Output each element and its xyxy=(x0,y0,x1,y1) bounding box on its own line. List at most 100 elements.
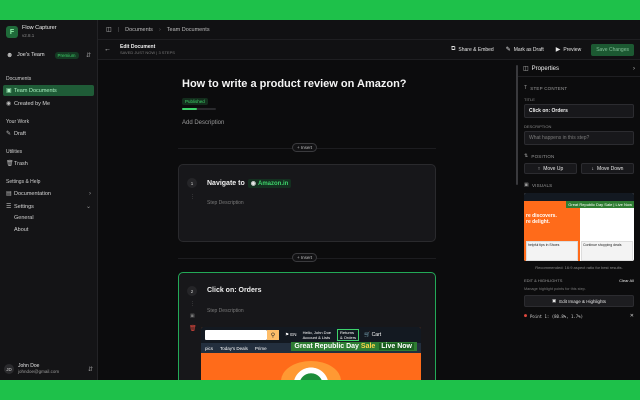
amazon-search-box xyxy=(205,330,267,340)
position-section: ⇅ POSITION xyxy=(518,153,640,159)
map-pin-icon: ● xyxy=(524,313,528,319)
sidebar-item-settings[interactable]: ☰ Settings ⌄ xyxy=(3,201,94,212)
clear-all-button[interactable]: Clear All xyxy=(619,278,634,283)
breadcrumb-current: Team Documents xyxy=(166,26,210,33)
editor-toolbar: ← Edit Document SAVED JUST NOW | 3 STEPS… xyxy=(98,40,640,60)
arrow-down-icon: ↓ xyxy=(591,165,595,172)
brand: F Flow Capturer v2.8.1 xyxy=(0,20,97,44)
brand-version: v2.8.1 xyxy=(22,33,35,38)
insert-button[interactable]: + Insert xyxy=(292,143,318,152)
sidebar-item-created-by-me[interactable]: ◉ Created by Me xyxy=(3,98,94,109)
breadcrumb: ◫ | Documents › Team Documents xyxy=(98,20,640,40)
step-description-field[interactable]: What happens in this step? xyxy=(524,131,634,145)
banner-text-c: Live Now xyxy=(379,343,414,350)
sliders-icon: ☰ xyxy=(6,204,12,210)
sidebar-item-label: Documentation xyxy=(14,190,51,197)
sidebar-item-label: Draft xyxy=(14,130,26,137)
drag-handle-icon[interactable]: ⋮ xyxy=(190,301,195,307)
divider: | xyxy=(117,26,120,33)
user-menu[interactable]: JD John Doe johndoe@gmail.com ⇵ xyxy=(4,362,93,376)
step-screenshot[interactable]: ⚲ ⚑ EN Hello, John Doe Account & Lists R… xyxy=(201,327,421,380)
drag-handle-icon[interactable]: ⋮ xyxy=(190,194,195,200)
user-circle-icon: ◉ xyxy=(6,101,12,107)
image-edit-icon: ▣ xyxy=(551,298,557,303)
image-icon: ▣ xyxy=(524,182,529,188)
team-switcher[interactable]: ☻ Joe's Team Premium ⇵ xyxy=(6,48,91,62)
step-card-1[interactable]: 1 ⋮ Navigate to ◉ Amazon.in Step Descrip… xyxy=(178,164,436,242)
visual-thumbnail[interactable]: re discovers. re delight. Great Republic… xyxy=(524,193,634,261)
properties-panel: ◫ Properties › T STEP CONTENT TITLE Clic… xyxy=(518,61,640,380)
edit-image-label: Edit Image & Highlights xyxy=(559,298,607,304)
sidebar-item-team-documents[interactable]: ▣ Team Documents xyxy=(3,85,94,96)
delete-step-icon[interactable]: 🗑 xyxy=(189,325,197,332)
amazon-account-line2: Account & Lists xyxy=(302,335,331,340)
step-title-field[interactable]: Click on: Orders xyxy=(524,104,634,118)
amazon-nav-item: Prime xyxy=(254,345,267,351)
properties-title: Properties xyxy=(531,65,560,72)
amazon-cart: 🛒 Cart xyxy=(364,332,382,338)
step-description[interactable]: Step Description xyxy=(207,308,244,314)
sidebar-item-trash[interactable]: 🗑 Trash xyxy=(3,158,94,169)
share-embed-button[interactable]: ⧉ Share & Embed xyxy=(451,46,494,53)
team-name: Joe's Team xyxy=(17,52,45,58)
visual-hint: Recommended: 16:9 aspect ratio for best … xyxy=(535,265,623,270)
breadcrumb-documents[interactable]: Documents xyxy=(125,27,153,33)
move-up-button[interactable]: ↑ Move Up xyxy=(524,163,577,174)
thumbnail-banner: Great Republic Day Sale | Live Now xyxy=(566,201,634,208)
thumbnail-text: re discovers. re delight. xyxy=(526,213,557,225)
brand-logo: F xyxy=(6,26,18,38)
sidebar-item-label: Team Documents xyxy=(14,87,57,94)
sidebar-item-label: Settings xyxy=(14,203,34,210)
point-label: Point 1: (80.8%, 1.7%) xyxy=(530,313,583,319)
text-icon: T xyxy=(524,85,528,91)
edit-image-highlights-button[interactable]: ▣ Edit Image & Highlights xyxy=(524,295,634,307)
draft-icon: ✎ xyxy=(505,47,511,53)
mark-as-draft-label: Mark as Draft xyxy=(513,46,544,53)
mark-as-draft-button[interactable]: ✎ Mark as Draft xyxy=(505,46,544,54)
insert-button[interactable]: + Insert xyxy=(292,253,318,262)
preview-label: Preview xyxy=(563,46,582,53)
edit-highlights-section: EDIT & HIGHLIGHTS Clear All xyxy=(518,278,640,283)
user-email: johndoe@gmail.com xyxy=(18,369,60,374)
save-changes-button[interactable]: Save Changes xyxy=(591,43,634,56)
sidebar-toggle-icon[interactable]: ◫ xyxy=(106,26,112,33)
step-card-2[interactable]: 2 ⋮ ▣ 🗑 Click on: Orders Step Descriptio… xyxy=(178,272,436,380)
step-content-label: STEP CONTENT xyxy=(530,85,568,91)
sidebar-subitem-about[interactable]: About xyxy=(0,224,97,236)
amazon-favicon-icon: ◉ xyxy=(250,181,256,187)
highlight-point-row[interactable]: ● Point 1: (80.8%, 1.7%) ✕ xyxy=(518,313,640,319)
play-icon: ▶ xyxy=(555,47,561,53)
step-title[interactable]: Navigate to ◉ Amazon.in xyxy=(207,179,292,188)
move-down-button[interactable]: ↓ Move Down xyxy=(581,163,634,174)
sidebar-subitem-general[interactable]: General xyxy=(0,212,97,224)
amazon-language-label: EN xyxy=(290,332,297,337)
image-icon[interactable]: ▣ xyxy=(190,313,195,319)
sidebar-item-draft[interactable]: ✎ Draft xyxy=(3,128,94,139)
chevron-down-icon: ⌄ xyxy=(85,204,91,210)
description-label: DESCRIPTION xyxy=(524,124,552,129)
arrow-up-icon: ↑ xyxy=(537,165,541,172)
step-title[interactable]: Click on: Orders xyxy=(207,287,261,294)
search-icon: ⚲ xyxy=(267,330,279,340)
visuals-section: ▣ VISUALS xyxy=(518,182,640,188)
step-description[interactable]: Step Description xyxy=(207,200,244,206)
sidebar-item-documentation[interactable]: ▤ Documentation › xyxy=(3,188,94,199)
amazon-account: Hello, John Doe Account & Lists xyxy=(303,330,331,340)
back-arrow-icon[interactable]: ← xyxy=(104,46,116,53)
document-canvas: How to write a product review on Amazon?… xyxy=(98,61,518,380)
share-embed-label: Share & Embed xyxy=(458,46,494,53)
banner-text-a: Great Republic Day xyxy=(294,343,359,350)
chevron-right-icon[interactable]: › xyxy=(633,66,635,72)
close-icon[interactable]: ✕ xyxy=(630,313,634,319)
add-description-button[interactable]: Add Description xyxy=(182,120,224,126)
panel-icon: ◫ xyxy=(523,66,529,72)
visuals-label: VISUALS xyxy=(531,182,553,188)
status-badge: Published xyxy=(182,98,208,105)
bottom-green-border xyxy=(0,380,640,400)
sidebar-item-label: Created by Me xyxy=(14,100,51,107)
preview-button[interactable]: ▶ Preview xyxy=(555,46,582,54)
trash-icon: 🗑 xyxy=(6,161,14,167)
document-title[interactable]: How to write a product review on Amazon? xyxy=(182,78,442,90)
thumbnail-header xyxy=(524,193,634,201)
thumbnail-text-line: re delight. xyxy=(526,219,550,225)
